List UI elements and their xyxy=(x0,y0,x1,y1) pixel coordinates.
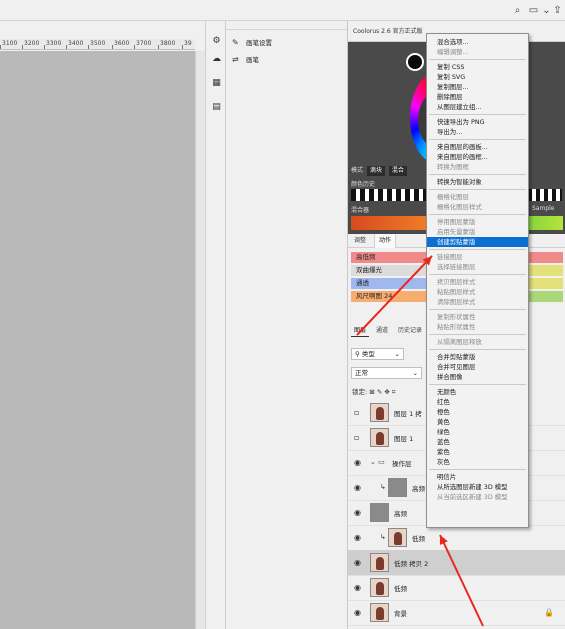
annotation-arrow-layer-line xyxy=(439,534,484,627)
annotation-arrows xyxy=(356,255,484,627)
annotation-arrow-menu-line xyxy=(356,255,433,336)
